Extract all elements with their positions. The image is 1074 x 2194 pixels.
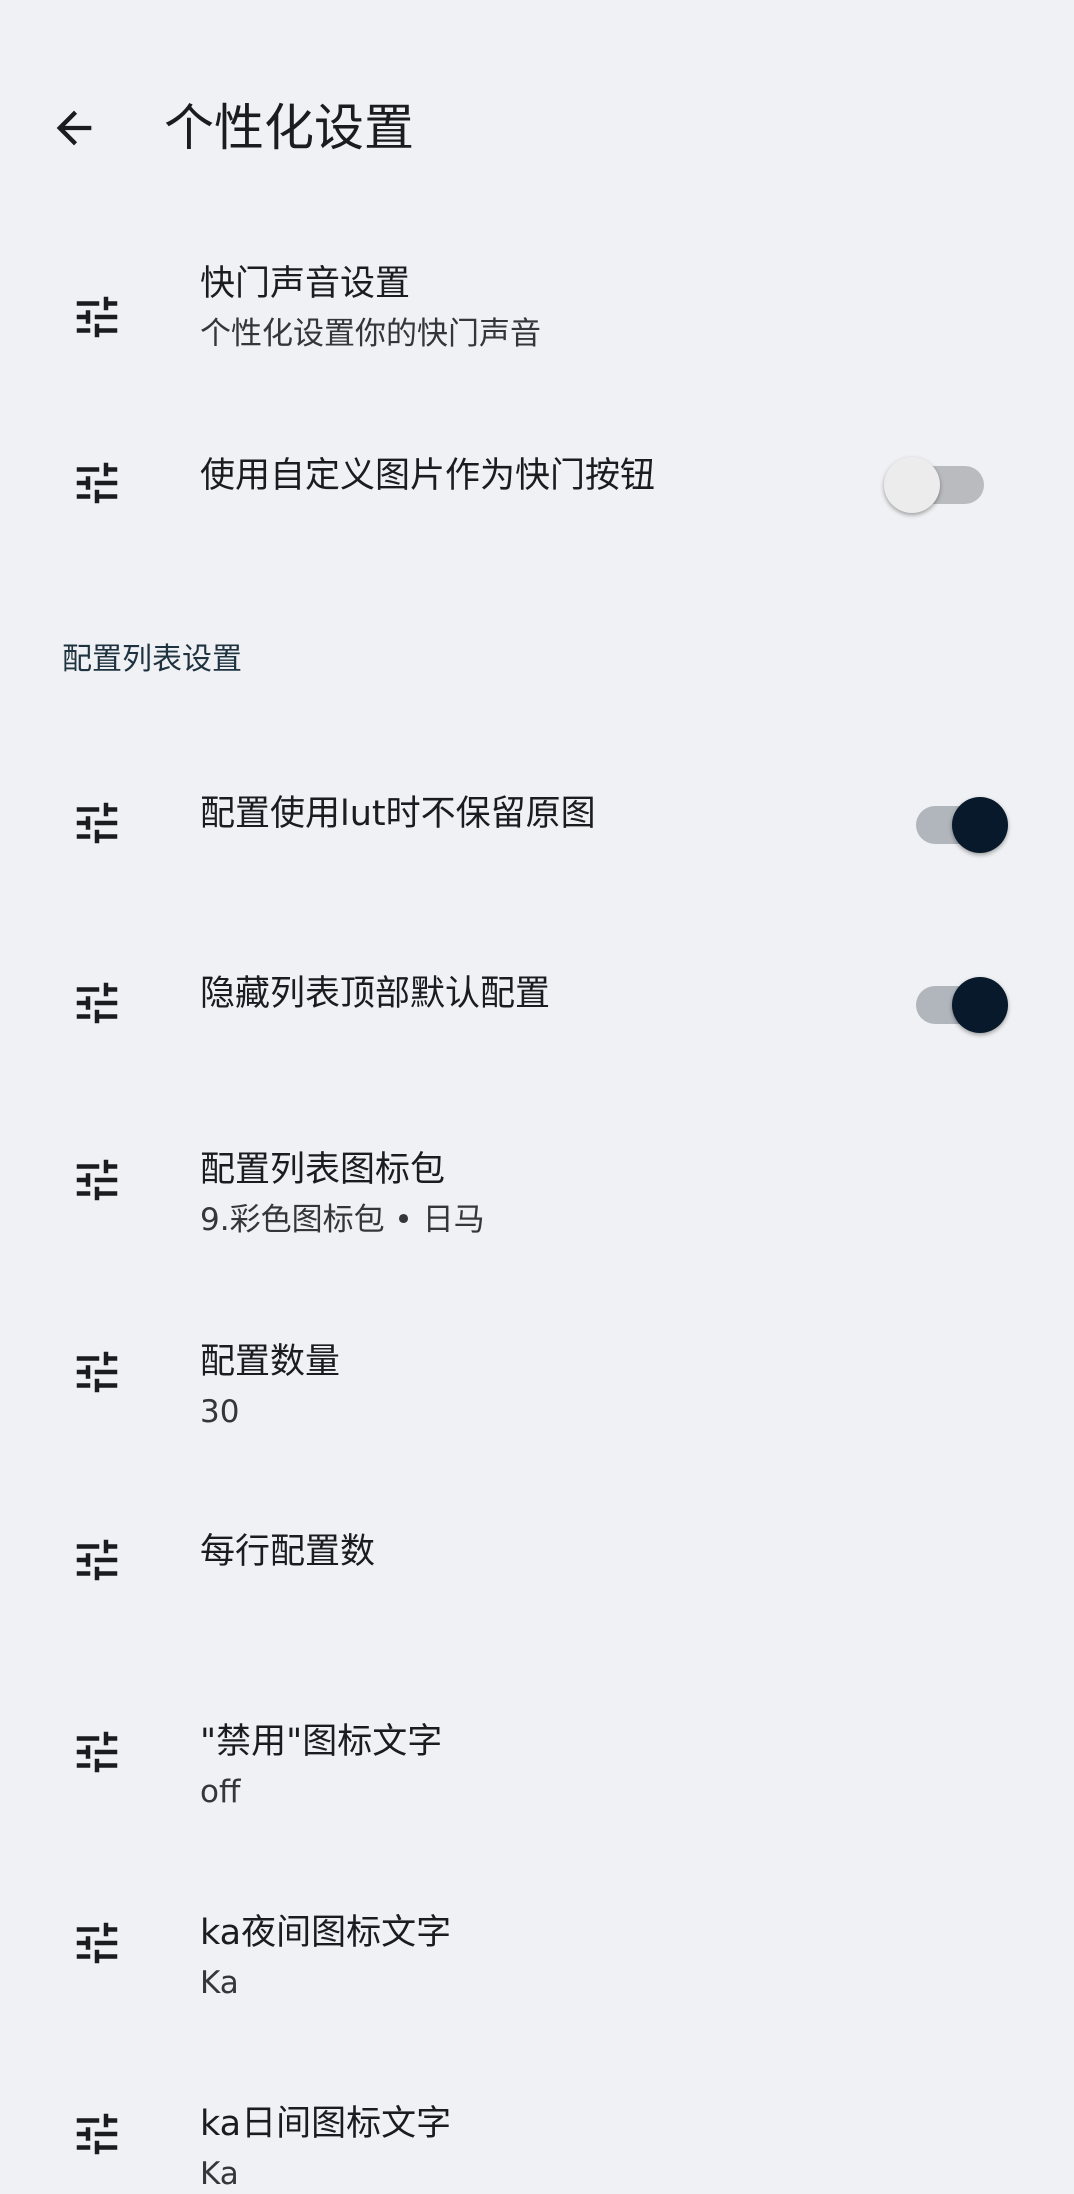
arrow-back-icon — [56, 110, 92, 146]
tune-sliders-icon — [76, 1539, 118, 1581]
page-title: 个性化设置 — [164, 99, 414, 157]
tune-sliders-icon — [76, 982, 118, 1024]
tune-sliders-icon — [76, 1731, 118, 1773]
setting-label: "禁用"图标文字 — [200, 1722, 443, 1762]
tune-sliders-icon — [76, 462, 118, 504]
setting-value: off — [200, 1774, 241, 1810]
section-header: 配置列表设置 — [62, 642, 242, 677]
switch-thumb — [952, 797, 1008, 853]
setting-label: 使用自定义图片作为快门按钮 — [200, 456, 656, 496]
setting-value: 30 — [200, 1394, 240, 1430]
setting-label: 配置使用lut时不保留原图 — [200, 794, 596, 834]
setting-label: 每行配置数 — [200, 1532, 376, 1572]
tune-sliders-icon — [76, 1351, 118, 1393]
toggle-switch[interactable] — [884, 444, 994, 514]
switch-thumb — [884, 457, 940, 513]
settings-page: 个性化设置 快门声音设置 个性化设置你的快门声音 使用自定义图片作为快门按钮 配… — [0, 0, 1074, 2194]
setting-label: 快门声音设置 — [200, 264, 411, 304]
toggle-switch[interactable] — [900, 964, 1010, 1034]
back-button[interactable] — [34, 88, 114, 168]
setting-value: 9.彩色图标包 • 日马 — [200, 1202, 485, 1238]
tune-sliders-icon — [76, 2113, 118, 2155]
setting-label: 配置列表图标包 — [200, 1150, 446, 1190]
tune-sliders-icon — [76, 802, 118, 844]
setting-ka-day-icon-text[interactable]: ka日间图标文字 Ka — [0, 2074, 1074, 2194]
setting-disabled-icon-text[interactable]: "禁用"图标文字 off — [0, 1692, 1074, 1842]
setting-lut-no-original[interactable]: 配置使用lut时不保留原图 — [0, 770, 1074, 880]
setting-label: ka日间图标文字 — [200, 2104, 452, 2144]
setting-config-count[interactable]: 配置数量 30 — [0, 1312, 1074, 1462]
top-app-bar: 个性化设置 — [0, 0, 1074, 250]
setting-ka-night-icon-text[interactable]: ka夜间图标文字 Ka — [0, 1883, 1074, 2033]
setting-value: Ka — [200, 1965, 239, 2001]
setting-hide-default-config[interactable]: 隐藏列表顶部默认配置 — [0, 950, 1074, 1060]
toggle-switch[interactable] — [900, 784, 1010, 854]
setting-value: Ka — [200, 2156, 239, 2192]
setting-label: 配置数量 — [200, 1342, 341, 1382]
setting-value: 个性化设置你的快门声音 — [200, 316, 541, 352]
setting-label: 隐藏列表顶部默认配置 — [200, 974, 551, 1014]
setting-configs-per-row[interactable]: 每行配置数 — [0, 1500, 1074, 1620]
tune-sliders-icon — [76, 296, 118, 338]
tune-sliders-icon — [76, 1922, 118, 1964]
setting-label: ka夜间图标文字 — [200, 1913, 452, 1953]
setting-custom-shutter-image[interactable]: 使用自定义图片作为快门按钮 — [0, 430, 1074, 540]
setting-shutter-sound[interactable]: 快门声音设置 个性化设置你的快门声音 — [0, 250, 1074, 400]
switch-thumb — [952, 977, 1008, 1033]
tune-sliders-icon — [76, 1159, 118, 1201]
setting-icon-pack[interactable]: 配置列表图标包 9.彩色图标包 • 日马 — [0, 1120, 1074, 1270]
